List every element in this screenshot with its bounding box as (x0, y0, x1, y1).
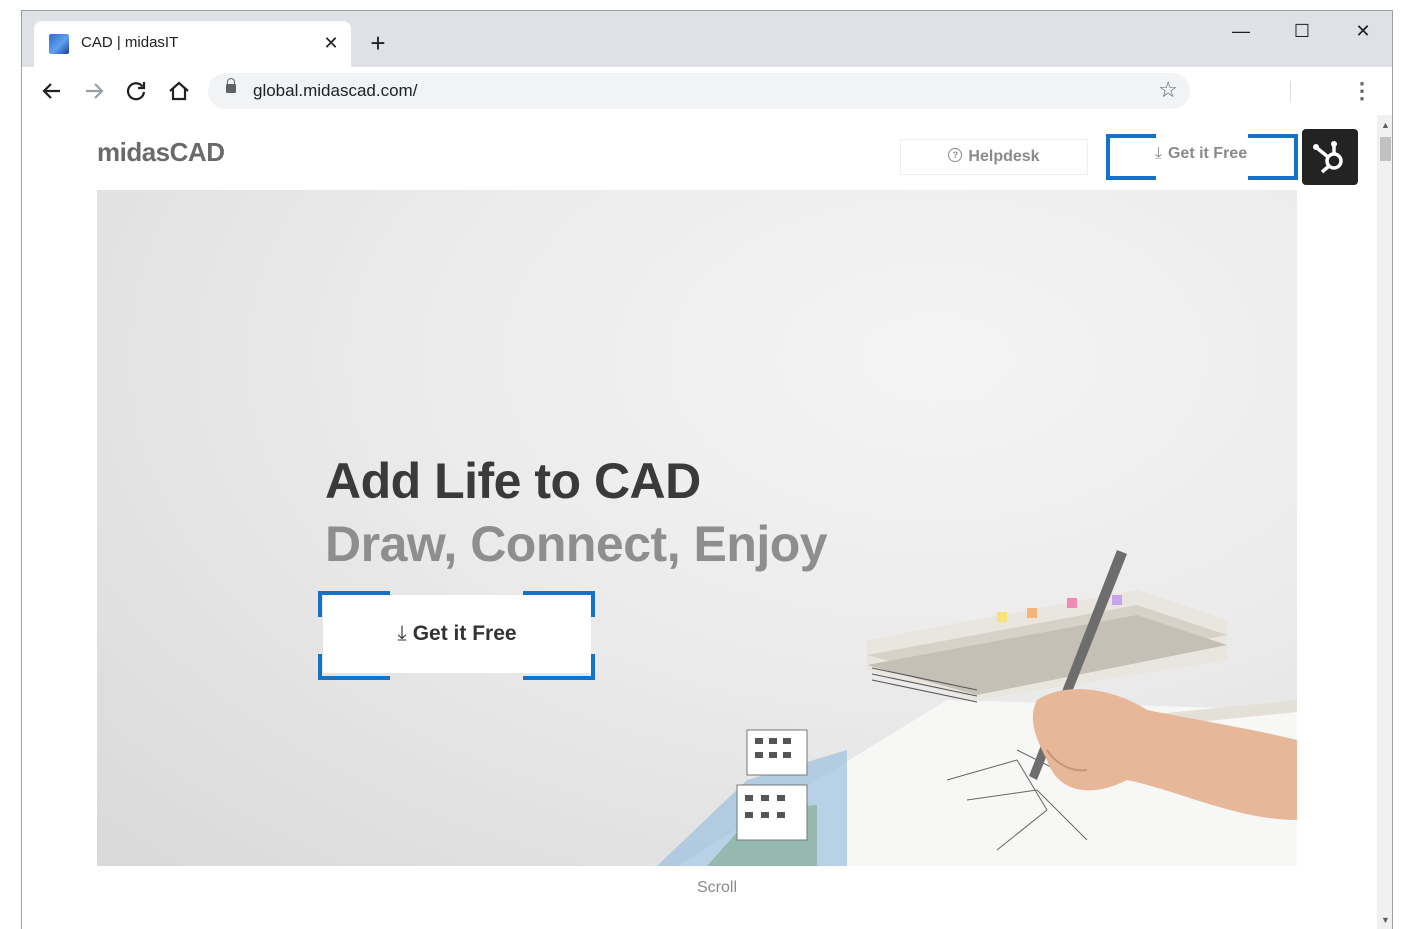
maximize-button[interactable]: ☐ (1279, 15, 1325, 47)
reload-icon[interactable] (120, 75, 152, 107)
browser-tab[interactable]: CAD | midasIT ✕ (34, 21, 351, 67)
new-tab-button[interactable]: + (364, 29, 392, 57)
header-get-it-free-label: Get it Free (1167, 145, 1248, 162)
hero-illustration (657, 550, 1297, 866)
menu-icon[interactable]: ⋮ (1350, 75, 1374, 107)
helpdesk-label: Helpdesk (968, 148, 1040, 165)
url-text[interactable]: global.midascad.com/ (253, 81, 417, 101)
scroll-down-arrow-icon[interactable]: ▼ (1377, 912, 1392, 928)
hubspot-chat-button[interactable] (1302, 129, 1358, 185)
close-window-button[interactable]: ✕ (1340, 15, 1386, 47)
tab-close-icon[interactable]: ✕ (319, 31, 343, 55)
tab-strip: CAD | midasIT ✕ + — ☐ ✕ (22, 11, 1392, 67)
back-icon[interactable] (36, 75, 68, 107)
highlight-bracket-bottom-right (1248, 172, 1298, 180)
scroll-indicator[interactable]: Scroll (22, 879, 1377, 897)
midasit-favicon-icon (49, 34, 69, 54)
browser-toolbar: global.midascad.com/ ☆ ⋮ (22, 67, 1392, 116)
highlight-bracket-bottom-left (1106, 172, 1156, 180)
download-icon: ⤓ (397, 622, 407, 645)
address-bar[interactable]: global.midascad.com/ ☆ (208, 73, 1190, 109)
hubspot-sprocket-icon (1313, 141, 1343, 174)
page-viewport: midasCAD ? Helpdesk ⤓ Get it Free Add Life… (22, 115, 1377, 929)
highlight-bracket-top-right (1248, 134, 1298, 176)
scrollbar-thumb[interactable] (1380, 137, 1391, 161)
minimize-button[interactable]: — (1218, 15, 1264, 47)
highlight-bracket-bottom-right (523, 654, 595, 680)
hero-get-it-free-label: Get it Free (412, 622, 517, 645)
toolbar-divider (1290, 81, 1291, 101)
highlight-bracket-top-right (523, 591, 595, 617)
helpdesk-button[interactable]: ? Helpdesk (900, 139, 1088, 175)
star-icon[interactable]: ☆ (1158, 77, 1178, 103)
highlight-bracket-bottom-left (318, 654, 390, 680)
forward-icon[interactable] (78, 75, 110, 107)
hero-banner: Add Life to CAD Draw, Connect, Enjoy ⤓ Ge… (97, 190, 1297, 866)
highlight-bracket-top-left (1106, 134, 1156, 176)
lock-icon (226, 78, 236, 93)
highlight-bracket-top-left (318, 591, 390, 617)
page-scrollbar[interactable]: ▲ ▼ (1377, 115, 1392, 929)
site-logo[interactable]: midasCAD (97, 137, 225, 168)
tab-title: CAD | midasIT (81, 34, 179, 51)
scroll-up-arrow-icon[interactable]: ▲ (1377, 117, 1392, 133)
home-icon[interactable] (163, 75, 195, 107)
hero-title: Add Life to CAD (325, 453, 701, 509)
help-circle-icon: ? (948, 148, 963, 163)
browser-window: CAD | midasIT ✕ + — ☐ ✕ global.midascad.… (21, 10, 1393, 929)
